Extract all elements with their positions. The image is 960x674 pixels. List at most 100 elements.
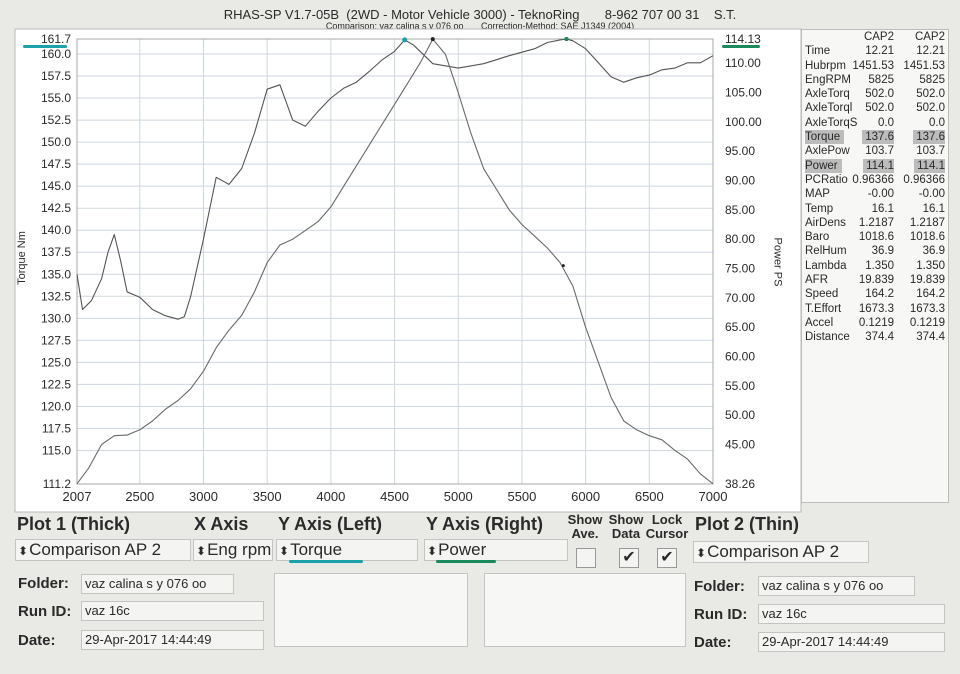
right-tick-label: 75.00 bbox=[725, 262, 755, 276]
readout-value: 137.6 bbox=[913, 130, 945, 145]
show-data-checkbox[interactable]: ✔ bbox=[619, 548, 639, 568]
plot1-select[interactable]: ⬍Comparison AP 2 bbox=[15, 539, 191, 561]
lock-cursor-checkbox[interactable]: ✔ bbox=[657, 548, 677, 568]
plot2-notes-box[interactable] bbox=[484, 573, 686, 647]
torque-underline bbox=[289, 560, 363, 563]
xaxis-select[interactable]: ⬍Eng rpm bbox=[193, 539, 273, 561]
left-max-highlight bbox=[23, 45, 67, 48]
readout-value: 103.7 bbox=[916, 145, 945, 158]
readout-value: 5825 bbox=[868, 73, 894, 86]
readout-value: 1451.53 bbox=[852, 59, 894, 72]
left-tick-label: 140.0 bbox=[41, 223, 71, 237]
readout-panel: CAP2 CAP2 Time 12.21 12.21 Hubrpm 1451.53 145… bbox=[801, 29, 949, 503]
plot1-runid-field[interactable]: vaz 16c bbox=[81, 601, 264, 621]
readout-value: 374.4 bbox=[865, 331, 894, 344]
readout-row: AxleTorql 502.0 502.0 bbox=[802, 101, 948, 115]
readout-row: RelHum 36.9 36.9 bbox=[802, 244, 948, 258]
readout-value: 374.4 bbox=[916, 331, 945, 344]
plot2-select-value: Comparison AP 2 bbox=[707, 542, 840, 561]
readout-name: RelHum bbox=[805, 245, 847, 258]
readout-row: AFR 19.839 19.839 bbox=[802, 273, 948, 287]
x-tick-label: 6500 bbox=[635, 489, 664, 504]
readout-value: 5825 bbox=[919, 73, 945, 86]
readout-name: PCRatio bbox=[805, 173, 848, 186]
readout-row: Torque 137.6 137.6 bbox=[802, 130, 948, 145]
readout-name: Accel bbox=[805, 316, 834, 329]
readout-row: Power 114.1 114.1 bbox=[802, 158, 948, 173]
readout-value: 0.0 bbox=[929, 116, 945, 129]
left-tick-label: 155.0 bbox=[41, 91, 71, 105]
plot1-date-field[interactable]: 29-Apr-2017 14:44:49 bbox=[81, 630, 264, 650]
plot1-date-label: Date: bbox=[18, 632, 56, 649]
right-tick-label: 80.00 bbox=[725, 232, 755, 246]
readout-name: AirDens bbox=[805, 216, 846, 229]
readout-row: AirDens 1.2187 1.2187 bbox=[802, 216, 948, 230]
plot2-date-field[interactable]: 29-Apr-2017 14:44:49 bbox=[758, 632, 945, 652]
readout-name: AFR bbox=[805, 274, 828, 287]
plot2-select[interactable]: ⬍Comparison AP 2 bbox=[693, 541, 869, 563]
power-peak-marker bbox=[564, 37, 569, 41]
readout-name: T.Effort bbox=[805, 302, 842, 315]
readout-value: 502.0 bbox=[916, 102, 945, 115]
readout-value: 502.0 bbox=[865, 88, 894, 101]
x-tick-label: 2500 bbox=[125, 489, 154, 504]
readout-name: Temp bbox=[805, 202, 834, 215]
right-tick-label: 55.00 bbox=[725, 379, 755, 393]
left-tick-label: 122.5 bbox=[41, 377, 71, 391]
readout-value: 1.2187 bbox=[858, 216, 894, 229]
right-tick-label: 65.00 bbox=[725, 320, 755, 334]
plot1-notes-box[interactable] bbox=[274, 573, 468, 647]
right-tick-label: 85.00 bbox=[725, 203, 755, 217]
plot2-runid-field[interactable]: vaz 16c bbox=[758, 604, 945, 624]
readout-value: 36.9 bbox=[922, 245, 945, 258]
right-tick-label: 38.26 bbox=[725, 477, 755, 491]
xaxis-header: X Axis bbox=[194, 514, 249, 534]
readout-value: 1018.6 bbox=[858, 231, 894, 244]
readout-value: 164.2 bbox=[916, 288, 945, 301]
readout-name: Time bbox=[805, 45, 831, 58]
spinner-arrows-icon: ⬍ bbox=[427, 544, 438, 558]
readout-row: MAP -0.00 -0.00 bbox=[802, 187, 948, 201]
yleft-header: Y Axis (Left) bbox=[278, 514, 383, 534]
left-tick-label: 135.0 bbox=[41, 267, 71, 281]
right-tick-label: 90.00 bbox=[725, 174, 755, 188]
readout-name: MAP bbox=[805, 188, 830, 201]
readout-header: CAP2 CAP2 bbox=[802, 30, 948, 44]
plot2-folder-field[interactable]: vaz calina s y 076 oo bbox=[758, 576, 915, 596]
readout-value: -0.00 bbox=[867, 188, 894, 201]
right-tick-label: 70.00 bbox=[725, 291, 755, 305]
readout-value: 1673.3 bbox=[909, 302, 945, 315]
readout-value: 12.21 bbox=[916, 45, 945, 58]
left-tick-label: 161.7 bbox=[41, 32, 71, 46]
cursor-marker bbox=[561, 264, 565, 268]
yleft-select[interactable]: ⬍Torque bbox=[276, 539, 418, 561]
left-tick-label: 117.5 bbox=[42, 421, 71, 435]
x-tick-label: 7000 bbox=[699, 489, 728, 504]
plot1-folder-field[interactable]: vaz calina s y 076 oo bbox=[81, 574, 234, 594]
readout-value: 16.1 bbox=[922, 202, 945, 215]
x-tick-label: 6000 bbox=[571, 489, 600, 504]
readout-value: 502.0 bbox=[865, 102, 894, 115]
plot2-runid-label: Run ID: bbox=[694, 606, 748, 623]
readout-value: 137.6 bbox=[862, 130, 894, 145]
readout-row: Temp 16.1 16.1 bbox=[802, 202, 948, 216]
right-tick-label: 110.00 bbox=[725, 56, 761, 70]
readout-row: PCRatio 0.96366 0.96366 bbox=[802, 173, 948, 187]
yright-select-value: Power bbox=[438, 540, 487, 559]
readout-value: 12.21 bbox=[865, 45, 894, 58]
readout-value: -0.00 bbox=[918, 188, 945, 201]
readout-value: 0.1219 bbox=[858, 316, 894, 329]
right-tick-label: 100.00 bbox=[725, 115, 762, 129]
yright-select[interactable]: ⬍Power bbox=[424, 539, 568, 561]
readout-name: AxleTorq bbox=[805, 88, 850, 101]
plot2-header: Plot 2 (Thin) bbox=[695, 514, 799, 534]
yleft-select-value: Torque bbox=[290, 540, 343, 559]
show-ave-checkbox[interactable] bbox=[576, 548, 596, 568]
readout-col-1: CAP2 bbox=[863, 31, 894, 43]
check-icon: ✔ bbox=[660, 549, 674, 566]
readout-row: Speed 164.2 164.2 bbox=[802, 287, 948, 301]
readout-value: 114.1 bbox=[914, 158, 945, 173]
left-tick-label: 157.5 bbox=[41, 69, 71, 83]
left-axis-label: Torque Nm bbox=[15, 231, 28, 285]
readout-row: Hubrpm 1451.53 1451.53 bbox=[802, 59, 948, 73]
